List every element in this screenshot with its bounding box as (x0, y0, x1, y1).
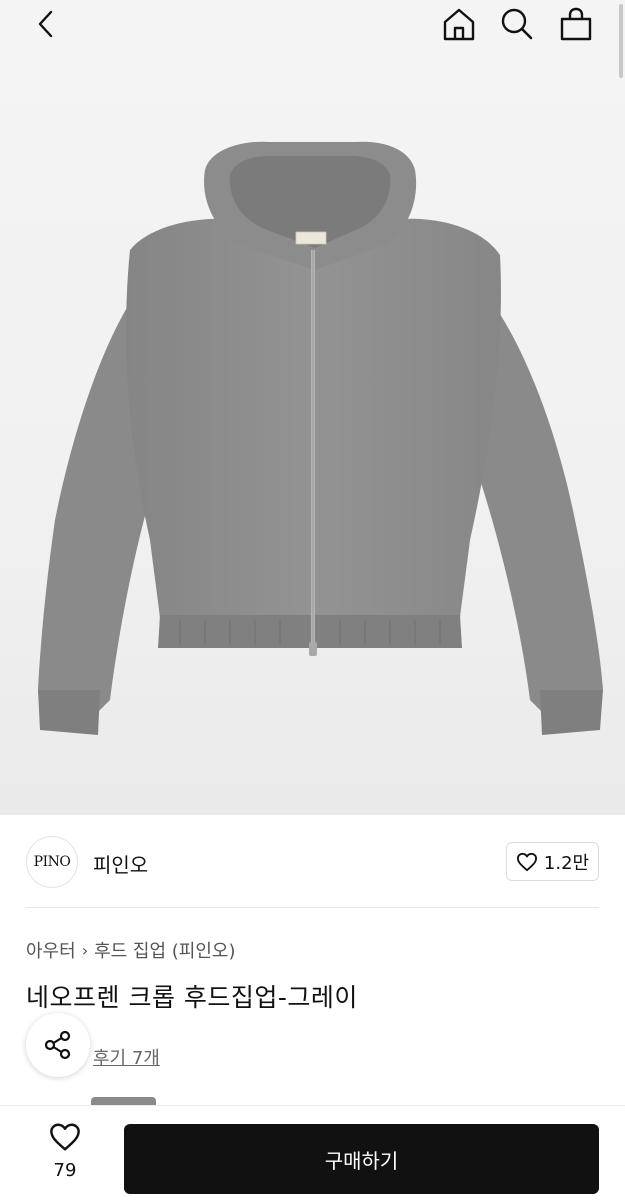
breadcrumb-category[interactable]: 아우터 (26, 937, 76, 963)
seller-favorite-button[interactable]: 1.2만 (506, 842, 599, 881)
like-button[interactable]: 79 (40, 1122, 90, 1192)
like-count: 79 (53, 1160, 77, 1181)
breadcrumb-subcategory[interactable]: 후드 집업 (피인오) (94, 937, 235, 963)
heart-icon (516, 852, 537, 871)
seller-name[interactable]: 피인오 (93, 849, 148, 878)
chevron-right-icon: › (81, 940, 89, 960)
reviews-link[interactable]: 후기 7개 (93, 1044, 160, 1070)
hoodie-illustration (38, 141, 603, 735)
search-icon[interactable] (497, 4, 537, 44)
home-icon[interactable] (439, 4, 479, 44)
section-divider (26, 907, 599, 908)
page-scrollbar[interactable] (619, 4, 623, 78)
seller-logo-text: PINO (33, 854, 71, 870)
top-navigation-bar (0, 0, 625, 52)
share-icon (44, 1030, 71, 1060)
product-title: 네오프렌 크롭 후드집업-그레이 (26, 983, 358, 1012)
buy-button[interactable]: 구매하기 (124, 1124, 599, 1194)
back-arrow-icon[interactable] (26, 4, 66, 44)
favorite-count: 1.2만 (543, 852, 590, 874)
seller-logo[interactable]: PINO (26, 836, 78, 888)
share-button[interactable] (26, 1013, 90, 1077)
breadcrumb: 아우터 › 후드 집업 (피인오) (26, 937, 236, 963)
shopping-bag-icon[interactable] (556, 4, 596, 44)
product-image[interactable] (0, 0, 625, 815)
heart-icon (50, 1123, 80, 1151)
